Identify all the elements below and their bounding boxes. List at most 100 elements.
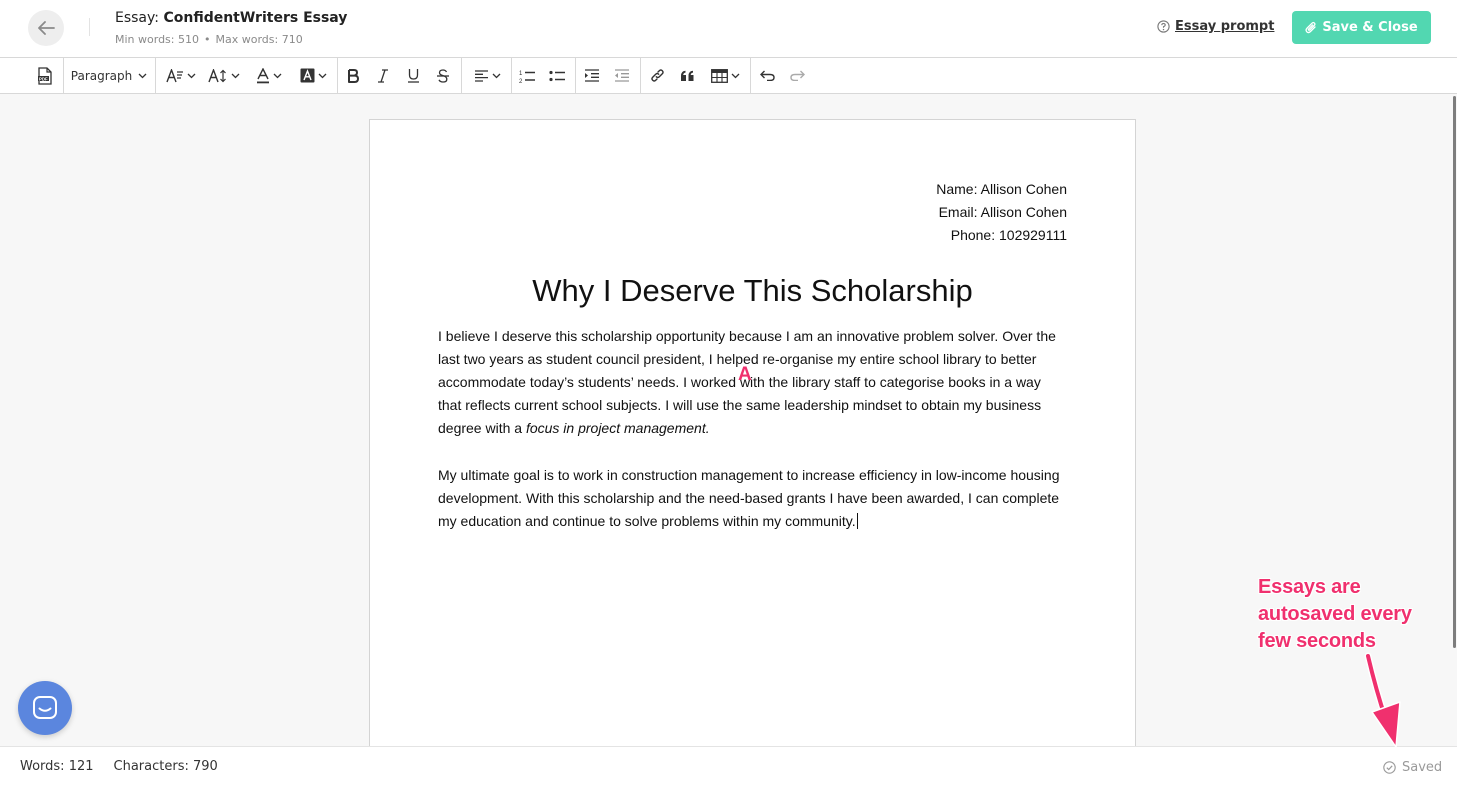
bold-icon [348,68,359,83]
essay-prompt-link[interactable]: Essay prompt [1157,19,1274,34]
chevron-down-icon [492,73,500,78]
toolbar-separator [750,58,751,93]
annotation-marker: A [738,364,752,385]
toolbar-separator [511,58,512,93]
text-style-icon [166,68,183,82]
paragraph-dropdown-label: Paragraph [70,68,133,83]
editor-canvas: Name: Allison Cohen Email: Allison Cohen… [0,94,1452,746]
font-color-dropdown[interactable] [250,58,288,93]
underline-button[interactable] [401,58,425,93]
max-words: Max words: 710 [215,33,303,46]
toolbar-separator [575,58,576,93]
toolbar-separator [640,58,641,93]
svg-text:PDF: PDF [39,76,48,81]
essay-title-name: ConfidentWriters Essay [163,10,348,26]
svg-text:1: 1 [519,71,523,77]
paragraph-1-italic: focus in project management. [525,420,710,436]
link-button[interactable] [645,58,669,93]
underline-icon [407,69,419,83]
undo-icon [759,70,775,81]
toolbar-separator [337,58,338,93]
highlight-icon [300,68,314,83]
bulleted-list-icon [548,70,565,81]
table-dropdown[interactable] [705,58,745,93]
essay-body[interactable]: I believe I deserve this scholarship opp… [438,325,1068,533]
paragraph-dropdown[interactable]: Paragraph [68,58,150,93]
annotation-arrow-icon [1364,652,1401,748]
redo-button[interactable] [785,58,809,93]
export-pdf-button[interactable]: PDF [33,58,57,93]
min-words: Min words: 510 [115,33,199,46]
status-bar: Words: 121 Characters: 790 Saved [0,746,1457,787]
chevron-down-icon [138,73,147,78]
annotation-line-2: autosaved every [1258,603,1412,625]
font-style-dropdown[interactable] [162,58,200,93]
save-close-button[interactable]: Save & Close [1292,11,1431,44]
paragraph-2-text: My ultimate goal is to work in construct… [438,467,1060,529]
saved-indicator: Saved [1383,760,1442,775]
paperclip-icon [1305,21,1316,34]
svg-text:2: 2 [519,79,523,83]
bulleted-list-button[interactable] [545,58,569,93]
essay-prompt-label: Essay prompt [1175,19,1275,34]
formatting-toolbar: PDF Paragraph 12 [0,57,1457,94]
font-color-icon [257,67,269,83]
numbered-list-icon: 12 [519,71,535,83]
undo-button[interactable] [755,58,779,93]
essay-heading: Why I Deserve This Scholarship [532,273,973,308]
character-count: Characters: 790 [113,759,218,774]
chevron-down-icon [231,73,240,78]
counts: Words: 121 Characters: 790 [20,759,218,774]
highlight-dropdown[interactable] [294,58,332,93]
indent-button[interactable] [580,58,604,93]
chat-icon [33,696,57,719]
italic-icon [378,68,388,83]
essay-paragraph-1: I believe I deserve this scholarship opp… [438,325,1068,440]
text-cursor [856,513,858,529]
help-circle-icon [1157,20,1170,33]
pdf-icon: PDF [38,66,52,85]
essay-title: Essay: ConfidentWriters Essay [115,10,347,26]
word-limits: Min words: 510 • Max words: 710 [115,33,347,46]
header-divider [89,18,90,36]
font-size-dropdown[interactable] [205,58,243,93]
blockquote-button[interactable] [675,58,699,93]
contact-block: Name: Allison Cohen Email: Allison Cohen… [936,178,1067,247]
essay-paragraph-2: My ultimate goal is to work in construct… [438,464,1068,533]
strikethrough-icon [437,68,449,83]
quote-icon [680,70,693,81]
contact-email: Email: Allison Cohen [938,204,1067,220]
outdent-button[interactable] [610,58,634,93]
chevron-down-icon [187,73,196,78]
essay-page[interactable]: Name: Allison Cohen Email: Allison Cohen… [369,119,1136,746]
link-icon [650,69,664,82]
contact-phone: Phone: 102929111 [950,227,1067,243]
outdent-icon [615,69,629,82]
numbered-list-button[interactable]: 12 [515,58,539,93]
scrollbar-thumb[interactable] [1453,96,1456,648]
editor-header: Essay: ConfidentWriters Essay Min words:… [0,0,1457,57]
arrow-left-icon [38,21,55,35]
back-button[interactable] [28,10,64,46]
word-count: Words: 121 [20,759,94,774]
bold-button[interactable] [341,58,365,93]
essay-title-prefix: Essay: [115,10,159,26]
save-close-label: Save & Close [1322,20,1418,35]
limits-separator: • [203,33,211,46]
chat-launcher-button[interactable] [18,681,72,735]
essay-title-block: Essay: ConfidentWriters Essay Min words:… [115,10,347,46]
strikethrough-button[interactable] [431,58,455,93]
font-size-icon [208,68,226,82]
align-left-icon [474,69,488,82]
toolbar-separator [461,58,462,93]
toolbar-separator [63,58,64,93]
align-dropdown[interactable] [467,58,507,93]
indent-icon [585,69,599,82]
contact-name: Name: Allison Cohen [936,181,1067,197]
italic-button[interactable] [371,58,395,93]
table-icon [710,68,728,83]
annotation-line-1: Essays are [1258,576,1361,598]
saved-label: Saved [1402,760,1443,775]
toolbar-separator [155,58,156,93]
chevron-down-icon [273,73,282,78]
